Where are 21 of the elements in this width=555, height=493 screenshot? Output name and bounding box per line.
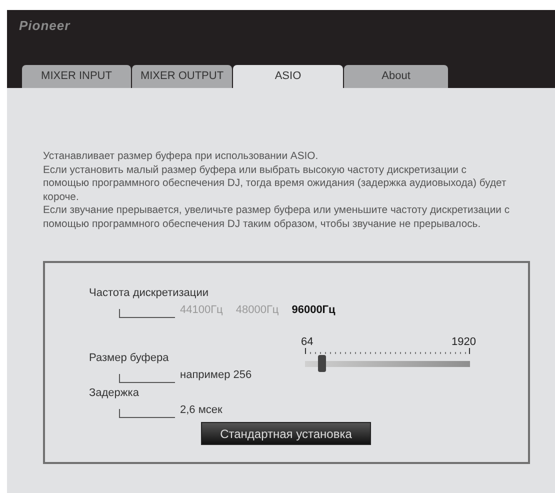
- tab[interactable]: MIXER OUTPUT: [132, 65, 232, 88]
- sample-rate-option[interactable]: 96000Гц: [292, 302, 336, 318]
- tab[interactable]: About: [344, 65, 448, 88]
- description-text: Устанавливает размер буфера при использовании ASIO.: [43, 150, 320, 164]
- buffer-size-value: например 256: [180, 368, 252, 382]
- leader-line: [119, 309, 175, 318]
- latency-value: 2,6 мсек: [180, 402, 222, 418]
- slider-max-label: 1920: [452, 336, 476, 348]
- latency-label: Задержка: [89, 386, 139, 401]
- tab[interactable]: ASIO: [233, 65, 343, 88]
- default-settings-button[interactable]: Стандартная установка: [201, 422, 371, 445]
- sample-rate-label: Частота дискретизации: [89, 286, 209, 301]
- description-text: Если установить малый размер буфера или выбрать высокую частоту дискретизации с помощью программного обеспечения DJ, тогда время ожидания (задержка аудиовыхода) будет короче.: [43, 164, 508, 204]
- slider-min-label: 64: [301, 336, 314, 348]
- buffer-size-label: Размер буфера: [89, 351, 169, 366]
- description-text: Если звучание прерывается, увеличьте размер буфера или уменьшите частоту дискретизации с помощью программного обеспечения DJ таким образом, чтобы звучание не прерывалось.: [43, 204, 511, 231]
- leader-line: [119, 409, 175, 418]
- brand-logo: Pioneer: [18, 17, 70, 35]
- slider-thumb[interactable]: [318, 355, 326, 372]
- tab[interactable]: MIXER INPUT: [22, 65, 131, 88]
- leader-line: [119, 374, 175, 383]
